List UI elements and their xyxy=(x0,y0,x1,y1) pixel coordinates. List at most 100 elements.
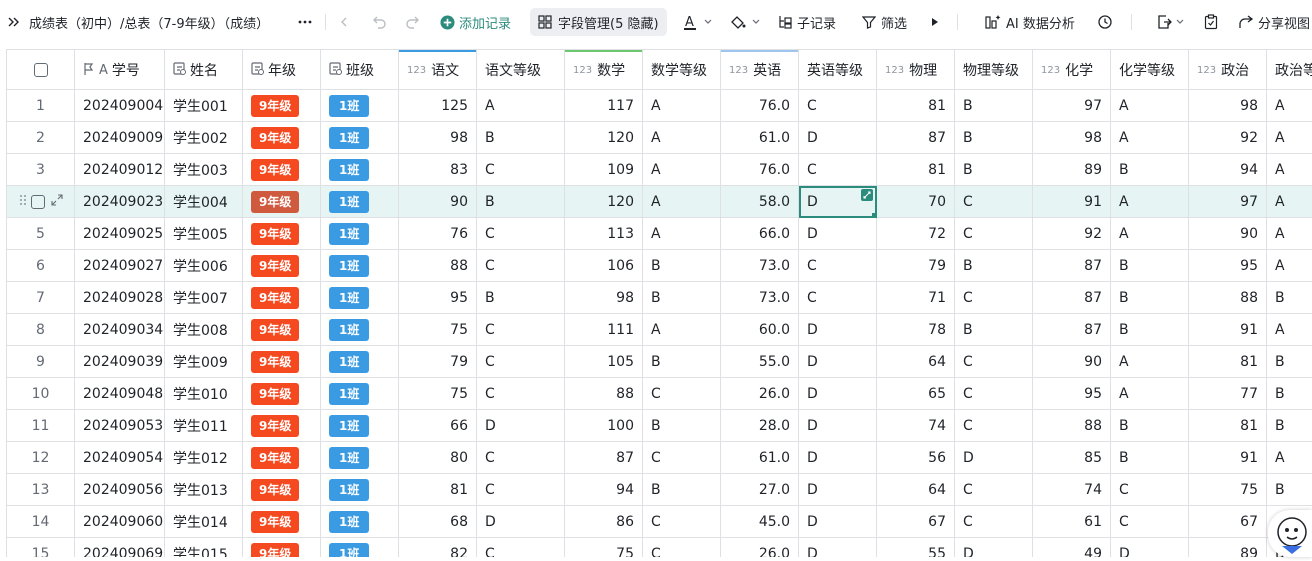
undo-icon[interactable] xyxy=(372,0,388,44)
cell-chem_lv[interactable]: B xyxy=(1111,410,1189,442)
cell-math_lv[interactable]: C xyxy=(643,378,721,410)
cell-grade[interactable]: 9年级 xyxy=(243,154,321,186)
cell-english_lv[interactable]: C xyxy=(799,154,877,186)
cell-chinese_lv[interactable]: B xyxy=(477,186,565,218)
redo-icon[interactable] xyxy=(404,0,420,44)
column-header-class[interactable]: 班级 xyxy=(321,50,399,90)
cell-physics[interactable]: 55 xyxy=(877,538,955,558)
cell-english_lv[interactable]: D xyxy=(799,506,877,538)
cell-math_lv[interactable]: B xyxy=(643,474,721,506)
cell-grade[interactable]: 9年级 xyxy=(243,474,321,506)
cell-chem_lv[interactable]: A xyxy=(1111,122,1189,154)
column-header-math[interactable]: 123数学 xyxy=(565,50,643,90)
column-header-english[interactable]: 123英语 xyxy=(721,50,799,90)
cell-politics[interactable]: 75 xyxy=(1189,474,1267,506)
cell-chem_lv[interactable]: A xyxy=(1111,346,1189,378)
table-row[interactable]: 13202409056学生0139年级1班81C94B27.0D64C74C75… xyxy=(7,474,1312,506)
cell-politics[interactable]: 91 xyxy=(1189,442,1267,474)
column-header-chem[interactable]: 123化学 xyxy=(1033,50,1111,90)
cell-english[interactable]: 26.0 xyxy=(721,538,799,558)
cell-politics[interactable]: 92 xyxy=(1189,122,1267,154)
cell-class[interactable]: 1班 xyxy=(321,122,399,154)
cell-math[interactable]: 106 xyxy=(565,250,643,282)
cell-math[interactable]: 94 xyxy=(565,474,643,506)
cell-math[interactable]: 86 xyxy=(565,506,643,538)
cell-math[interactable]: 75 xyxy=(565,538,643,558)
cell-class[interactable]: 1班 xyxy=(321,506,399,538)
cell-english[interactable]: 27.0 xyxy=(721,474,799,506)
cell-politics[interactable]: 81 xyxy=(1189,346,1267,378)
row-index[interactable]: 6 xyxy=(7,250,75,282)
cell-class[interactable]: 1班 xyxy=(321,250,399,282)
cell-politics_lv[interactable]: B xyxy=(1267,282,1312,314)
column-header-id[interactable]: A学号 xyxy=(75,50,165,90)
column-header-chinese[interactable]: 123语文 xyxy=(399,50,477,90)
cell-physics_lv[interactable]: C xyxy=(955,506,1033,538)
cell-english_lv[interactable]: D xyxy=(799,474,877,506)
cell-math_lv[interactable]: A xyxy=(643,154,721,186)
prev-icon[interactable] xyxy=(339,0,349,44)
column-header-politics_lv[interactable]: 政治等级 xyxy=(1267,50,1312,90)
cell-math[interactable]: 98 xyxy=(565,282,643,314)
ai-analysis-button[interactable]: AI 数据分析 xyxy=(985,0,1075,44)
table-row[interactable]: 9202409039学生0099年级1班79C105B55.0D64C90A81… xyxy=(7,346,1312,378)
cell-physics[interactable]: 74 xyxy=(877,410,955,442)
cell-english_lv[interactable]: D xyxy=(799,122,877,154)
cell-chem_lv[interactable]: C xyxy=(1111,474,1189,506)
cell-chem[interactable]: 91 xyxy=(1033,186,1111,218)
column-header-chinese_lv[interactable]: 语文等级 xyxy=(477,50,565,90)
cell-math[interactable]: 105 xyxy=(565,346,643,378)
cell-class[interactable]: 1班 xyxy=(321,442,399,474)
cell-politics_lv[interactable]: A xyxy=(1267,442,1312,474)
column-header-physics[interactable]: 123物理 xyxy=(877,50,955,90)
table-row[interactable]: 7202409028学生0079年级1班95B98B73.0C71C87B88B xyxy=(7,282,1312,314)
select-all-checkbox[interactable] xyxy=(7,50,75,90)
cell-id[interactable]: 202409012 xyxy=(75,154,165,186)
cell-id[interactable]: 202409034 xyxy=(75,314,165,346)
cell-math_lv[interactable]: B xyxy=(643,250,721,282)
row-index[interactable]: 7 xyxy=(7,282,75,314)
cell-politics_lv[interactable]: A xyxy=(1267,154,1312,186)
cell-chinese_lv[interactable]: C xyxy=(477,442,565,474)
cell-physics[interactable]: 78 xyxy=(877,314,955,346)
cell-chem_lv[interactable]: A xyxy=(1111,186,1189,218)
cell-id[interactable]: 202409028 xyxy=(75,282,165,314)
cell-english[interactable]: 61.0 xyxy=(721,442,799,474)
table-row[interactable]: 3202409012学生0039年级1班83C109A76.0C81B89B94… xyxy=(7,154,1312,186)
cell-english_lv[interactable]: D xyxy=(799,410,877,442)
cell-english_lv[interactable]: D xyxy=(799,378,877,410)
cell-chem[interactable]: 97 xyxy=(1033,90,1111,122)
cell-class[interactable]: 1班 xyxy=(321,538,399,558)
cell-id[interactable]: 202409069 xyxy=(75,538,165,558)
cell-english_lv[interactable]: D xyxy=(799,346,877,378)
cell-grade[interactable]: 9年级 xyxy=(243,250,321,282)
cell-math_lv[interactable]: C xyxy=(643,506,721,538)
cell-chinese[interactable]: 68 xyxy=(399,506,477,538)
cell-english[interactable]: 58.0 xyxy=(721,186,799,218)
cell-chem_lv[interactable]: C xyxy=(1111,506,1189,538)
cell-english[interactable]: 55.0 xyxy=(721,346,799,378)
cell-chinese[interactable]: 79 xyxy=(399,346,477,378)
cell-chinese[interactable]: 95 xyxy=(399,282,477,314)
cell-chem[interactable]: 89 xyxy=(1033,154,1111,186)
assistant-avatar-icon[interactable] xyxy=(1268,510,1312,557)
cell-politics[interactable]: 90 xyxy=(1189,218,1267,250)
cell-english[interactable]: 60.0 xyxy=(721,314,799,346)
filter-button[interactable]: 筛选 xyxy=(862,0,907,44)
cell-english_lv[interactable]: D xyxy=(799,538,877,558)
table-row[interactable]: 14202409060学生0149年级1班68D86C45.0D67C61C67… xyxy=(7,506,1312,538)
cell-chinese[interactable]: 81 xyxy=(399,474,477,506)
cell-physics[interactable]: 64 xyxy=(877,346,955,378)
cell-class[interactable]: 1班 xyxy=(321,90,399,122)
cell-physics[interactable]: 81 xyxy=(877,154,955,186)
expand-sidebar-icon[interactable] xyxy=(6,0,22,44)
more-icon[interactable] xyxy=(297,0,313,44)
cell-physics[interactable]: 71 xyxy=(877,282,955,314)
cell-class[interactable]: 1班 xyxy=(321,410,399,442)
cell-name[interactable]: 学生013 xyxy=(165,474,243,506)
table-row[interactable]: 10202409048学生0109年级1班75C88C26.0D65C95A77… xyxy=(7,378,1312,410)
field-manage-button[interactable]: 字段管理(5 隐藏) xyxy=(530,8,667,36)
cell-politics_lv[interactable]: A xyxy=(1267,90,1312,122)
cell-physics_lv[interactable]: B xyxy=(955,122,1033,154)
cell-chinese[interactable]: 75 xyxy=(399,378,477,410)
